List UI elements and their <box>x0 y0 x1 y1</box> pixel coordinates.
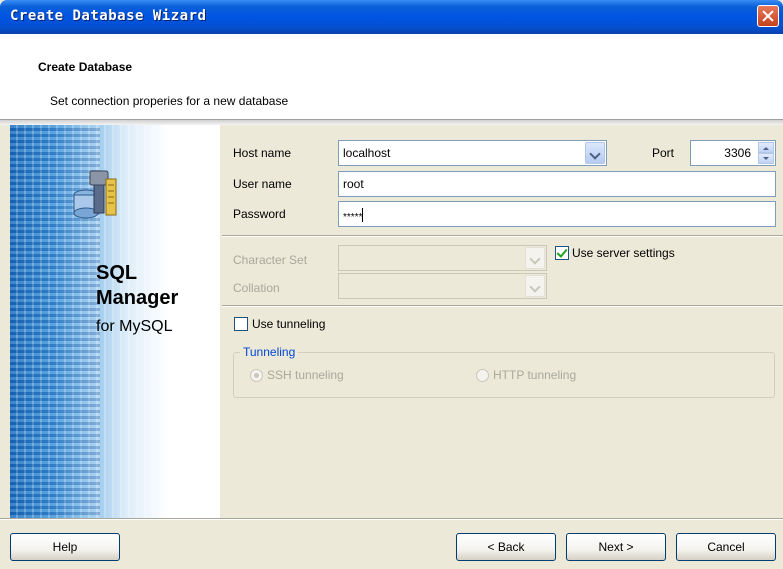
next-button[interactable]: Next > <box>566 533 666 561</box>
product-name-manager: Manager <box>96 287 179 309</box>
use-server-settings-checkbox[interactable] <box>555 246 569 260</box>
character-set-label: Character Set <box>233 253 308 267</box>
host-name-combobox[interactable]: localhost <box>338 140 607 166</box>
back-button[interactable]: < Back <box>456 533 556 561</box>
use-tunneling-label: Use tunneling <box>252 317 326 331</box>
ssh-tunneling-radio[interactable] <box>250 369 263 382</box>
collation-select[interactable] <box>338 273 547 299</box>
password-value: ***** <box>343 212 363 223</box>
port-label: Port <box>652 146 675 160</box>
http-tunneling-radio[interactable] <box>476 369 489 382</box>
use-server-settings-label: Use server settings <box>572 246 675 260</box>
password-label: Password <box>233 207 286 221</box>
title-bar[interactable]: Create Database Wizard <box>0 0 783 34</box>
character-set-select[interactable] <box>338 245 547 271</box>
page-title: Create Database <box>38 60 133 74</box>
product-name-for-mysql: for MySQL <box>96 318 173 335</box>
user-name-value: root <box>343 177 364 191</box>
port-value: 3306 <box>724 146 751 160</box>
help-button[interactable]: Help <box>10 533 120 561</box>
collation-label: Collation <box>233 281 280 295</box>
user-name-input[interactable]: root <box>338 171 776 197</box>
product-name-sql: SQL <box>96 262 138 284</box>
window-title: Create Database Wizard <box>10 8 207 24</box>
user-name-label: User name <box>233 177 292 191</box>
text-cursor <box>362 208 364 222</box>
http-tunneling-label: HTTP tunneling <box>493 368 577 382</box>
port-spin-buttons[interactable] <box>758 142 774 164</box>
charset-dropdown-chevron-icon[interactable] <box>525 247 545 269</box>
product-banner: SQL Manager for MySQL <box>10 125 220 518</box>
cancel-button[interactable]: Cancel <box>676 533 776 561</box>
divider <box>222 235 783 237</box>
spin-down-icon[interactable] <box>758 153 774 164</box>
collation-dropdown-chevron-icon[interactable] <box>525 275 545 297</box>
port-spinner[interactable]: 3306 <box>690 140 776 166</box>
password-input[interactable]: ***** <box>338 201 776 227</box>
tunneling-group-title: Tunneling <box>240 345 299 359</box>
divider <box>222 305 783 307</box>
host-name-value: localhost <box>343 146 391 160</box>
footer-divider <box>0 518 783 520</box>
wizard-header: Create Database Set connection properies… <box>0 34 783 120</box>
spin-up-icon[interactable] <box>758 142 774 153</box>
host-name-label: Host name <box>233 146 292 160</box>
ssh-tunneling-label: SSH tunneling <box>267 368 344 382</box>
page-subtitle: Set connection properies for a new datab… <box>50 94 289 108</box>
use-tunneling-checkbox[interactable] <box>234 317 248 331</box>
database-tools-icon <box>73 170 117 219</box>
close-button[interactable] <box>757 5 779 27</box>
host-dropdown-chevron-icon[interactable] <box>585 142 605 164</box>
